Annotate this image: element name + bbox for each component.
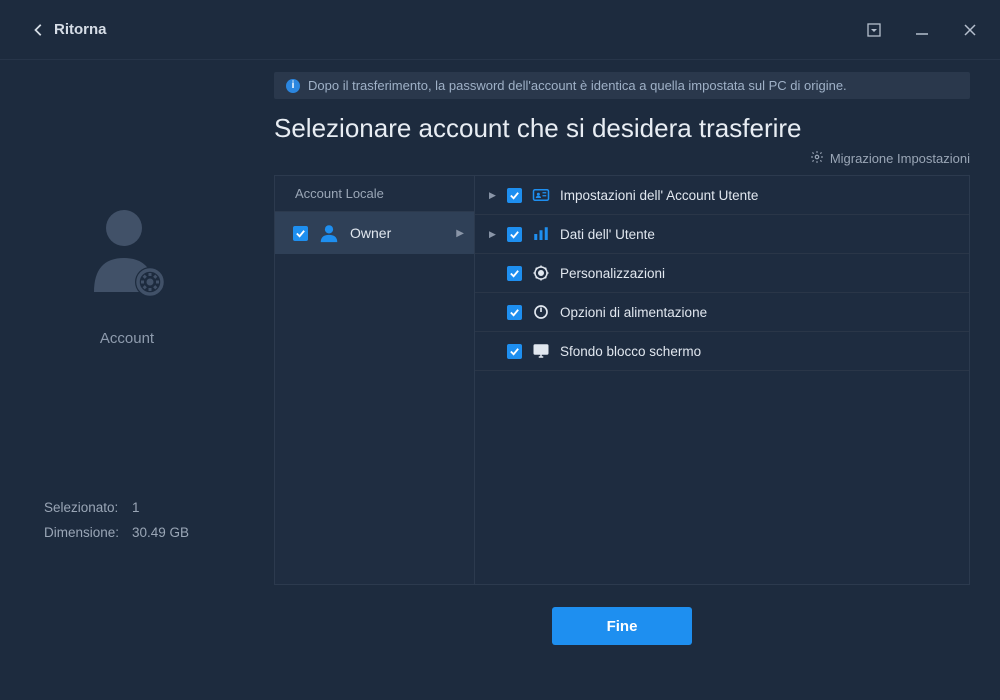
setting-row[interactable]: ▶Opzioni di alimentazione [475,293,969,332]
minimize-icon[interactable] [908,16,936,44]
brightness-icon [532,264,550,282]
gear-icon [810,150,824,167]
avatar-icon [82,200,172,300]
setting-label: Sfondo blocco schermo [560,344,701,359]
setting-label: Opzioni di alimentazione [560,305,707,320]
setting-row[interactable]: ▶Sfondo blocco schermo [475,332,969,371]
titlebar: Ritorna [0,0,1000,60]
monitor-icon [532,342,550,360]
checkbox-icon[interactable] [507,188,522,203]
setting-label: Impostazioni dell' Account Utente [560,188,758,203]
arrow-left-icon [32,23,46,37]
accounts-list: Account Locale Owner ▶ [275,176,475,584]
selected-label: Selezionato: [44,500,122,515]
migration-settings-link[interactable]: Migrazione Impostazioni [810,150,970,167]
chevron-right-icon[interactable]: ▶ [489,190,497,201]
selected-value: 1 [132,500,140,515]
chevron-right-icon[interactable]: ▶ [489,229,497,240]
checkbox-icon[interactable] [507,266,522,281]
checkbox-icon[interactable] [507,305,522,320]
info-icon: i [286,79,300,93]
settings-list: ▶ Impostazioni dell' Account Utente ▶ Dati … [475,176,969,584]
page-title: Selezionare account che si desidera tras… [274,113,970,144]
account-row-owner[interactable]: Owner ▶ [275,212,474,254]
dropdown-icon[interactable] [860,16,888,44]
avatar-label: Account [100,330,154,347]
setting-row[interactable]: ▶ Impostazioni dell' Account Utente [475,176,969,215]
close-icon[interactable] [956,16,984,44]
accounts-list-header: Account Locale [275,176,474,212]
migration-settings-label: Migrazione Impostazioni [830,151,970,166]
setting-label: Personalizzazioni [560,266,665,281]
accounts-panel: Account Locale Owner ▶ ▶ Impostazioni del… [274,175,970,585]
back-label: Ritorna [54,21,107,38]
setting-row[interactable]: ▶Personalizzazioni [475,254,969,293]
window-controls [860,16,984,44]
person-icon [318,222,340,244]
info-text: Dopo il trasferimento, la password dell'… [308,78,847,93]
bars-icon [532,225,550,243]
setting-row[interactable]: ▶ Dati dell' Utente [475,215,969,254]
id-card-icon [532,186,550,204]
setting-label: Dati dell' Utente [560,227,655,242]
checkbox-icon[interactable] [507,227,522,242]
checkbox-icon[interactable] [293,226,308,241]
checkbox-icon[interactable] [507,344,522,359]
back-button[interactable]: Ritorna [32,21,107,38]
account-name: Owner [350,225,391,241]
main-panel: i Dopo il trasferimento, la password del… [254,60,1000,700]
chevron-right-icon: ▶ [456,228,464,239]
info-banner: i Dopo il trasferimento, la password del… [274,72,970,99]
sidebar-stats: Selezionato: 1 Dimensione: 30.49 GB [0,490,254,700]
size-label: Dimensione: [44,525,122,540]
power-icon [532,303,550,321]
finish-button[interactable]: Fine [552,607,692,645]
size-value: 30.49 GB [132,525,189,540]
sidebar: Account Selezionato: 1 Dimensione: 30.49… [0,60,254,700]
